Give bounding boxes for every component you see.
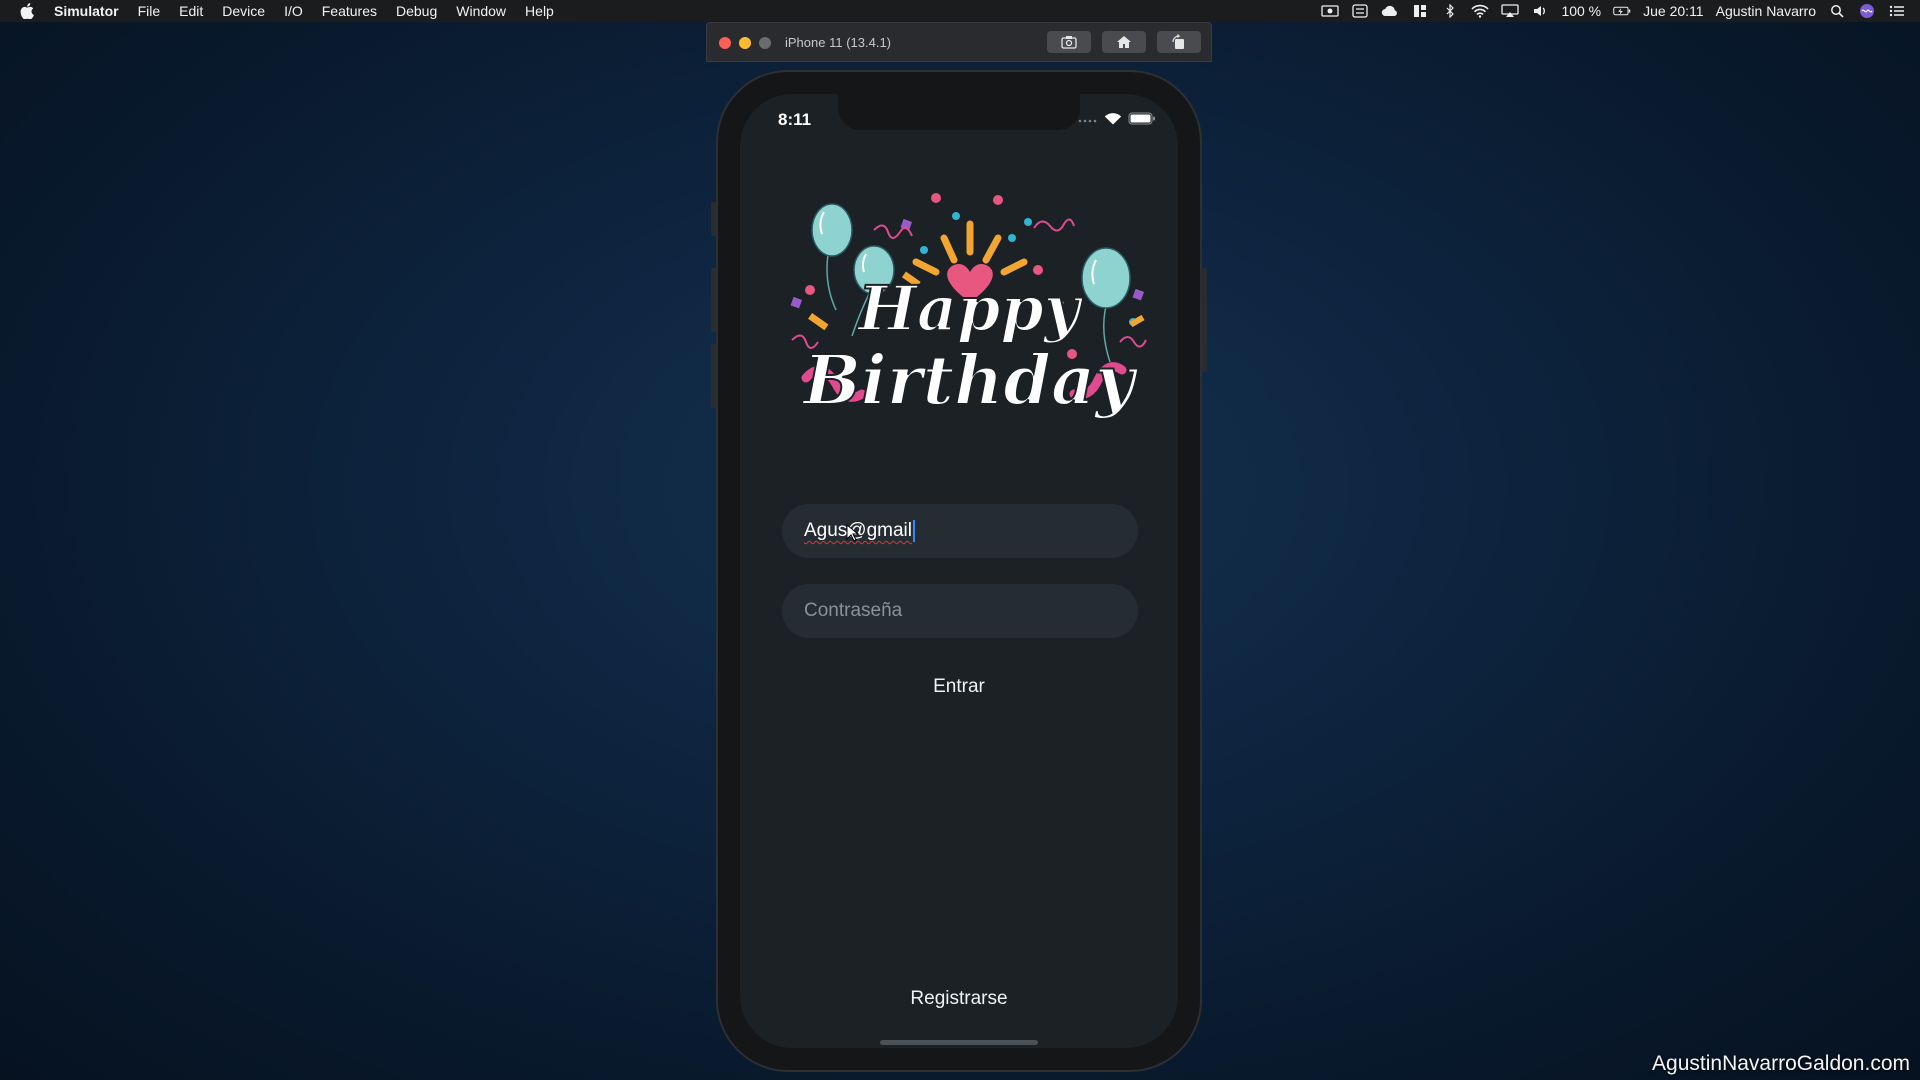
- balloon-left-top: [811, 203, 853, 311]
- ring-silent-switch: [711, 202, 716, 236]
- screen-record-icon[interactable]: [1321, 4, 1340, 18]
- volume-icon[interactable]: [1531, 4, 1549, 18]
- cellular-signal-icon: [1078, 119, 1097, 122]
- simulator-device-title: iPhone 11 (13.4.1): [785, 35, 891, 50]
- rotate-button[interactable]: [1157, 31, 1201, 53]
- window-zoom-button[interactable]: [759, 37, 771, 49]
- status-bar-icons: [1078, 112, 1156, 125]
- password-field[interactable]: Contraseña: [782, 584, 1138, 638]
- logo-happy-text: Happy: [856, 272, 1083, 345]
- spotlight-search-icon[interactable]: [1828, 4, 1846, 18]
- window-close-button[interactable]: [719, 37, 731, 49]
- status-menus: 100 % Jue 20:11 Agustin Navarro: [1321, 0, 1906, 22]
- notification-center-icon[interactable]: [1888, 4, 1906, 18]
- menu-window[interactable]: Window: [456, 3, 506, 19]
- rotate-icon: [1172, 34, 1184, 49]
- iphone-frame: 8:11 Happy Birthday Agus@gmail Contraseñ…: [711, 70, 1207, 1072]
- email-field[interactable]: Agus@gmail: [782, 504, 1138, 558]
- battery-icon: [1128, 112, 1155, 125]
- simulator-window: iPhone 11 (13.4.1): [706, 22, 1212, 62]
- logo-birthday-text: Birthday: [801, 341, 1139, 421]
- keyboard-viewer-icon[interactable]: [1351, 4, 1369, 18]
- menu-edit[interactable]: Edit: [179, 3, 203, 19]
- mouse-pointer-icon: [846, 524, 858, 542]
- siri-icon[interactable]: [1858, 4, 1876, 18]
- menu-file[interactable]: File: [138, 3, 161, 19]
- email-field-value: Agus@gmail: [804, 520, 912, 541]
- screenshot-button[interactable]: [1047, 31, 1091, 53]
- watermark-text: AgustinNavarroGaldon.com: [1652, 1052, 1910, 1075]
- menu-help[interactable]: Help: [525, 3, 554, 19]
- menubar-user[interactable]: Agustin Navarro: [1716, 3, 1816, 19]
- side-power-button: [1202, 268, 1207, 372]
- register-button[interactable]: Registrarse: [740, 988, 1178, 1010]
- menu-device[interactable]: Device: [222, 3, 265, 19]
- password-field-placeholder: Contraseña: [804, 600, 903, 621]
- bluetooth-icon[interactable]: [1441, 4, 1459, 18]
- airplay-icon[interactable]: [1501, 4, 1520, 18]
- home-button[interactable]: [1102, 31, 1146, 53]
- simulator-titlebar[interactable]: iPhone 11 (13.4.1): [706, 22, 1212, 62]
- menu-debug[interactable]: Debug: [396, 3, 437, 19]
- wifi-icon: [1104, 113, 1122, 125]
- cloud-icon[interactable]: [1381, 4, 1399, 18]
- wifi-icon[interactable]: [1471, 4, 1490, 18]
- battery-percentage: 100 %: [1561, 3, 1602, 19]
- menubar-clock[interactable]: Jue 20:11: [1643, 3, 1703, 19]
- menu-bar: Simulator File Edit Device I/O Features …: [0, 0, 1920, 22]
- notch: [838, 94, 1080, 130]
- window-manager-icon[interactable]: [1411, 4, 1429, 18]
- camera-icon: [1061, 36, 1077, 49]
- apple-logo-icon[interactable]: [20, 3, 34, 19]
- window-minimize-button[interactable]: [739, 37, 751, 49]
- volume-up-button: [711, 268, 716, 332]
- happy-birthday-logo: Happy Birthday: [790, 193, 1147, 422]
- menu-io[interactable]: I/O: [284, 3, 303, 19]
- home-indicator[interactable]: [880, 1040, 1038, 1045]
- menu-app-simulator[interactable]: Simulator: [54, 3, 119, 19]
- menu-features[interactable]: Features: [322, 3, 377, 19]
- home-icon: [1117, 36, 1131, 48]
- status-bar-time: 8:11: [778, 110, 812, 129]
- battery-charging-icon[interactable]: [1613, 4, 1631, 18]
- volume-down-button: [711, 344, 716, 408]
- phone-screen: 8:11 Happy Birthday Agus@gmail Contraseñ…: [740, 94, 1178, 1048]
- login-button[interactable]: Entrar: [740, 676, 1178, 698]
- text-caret: [913, 520, 915, 542]
